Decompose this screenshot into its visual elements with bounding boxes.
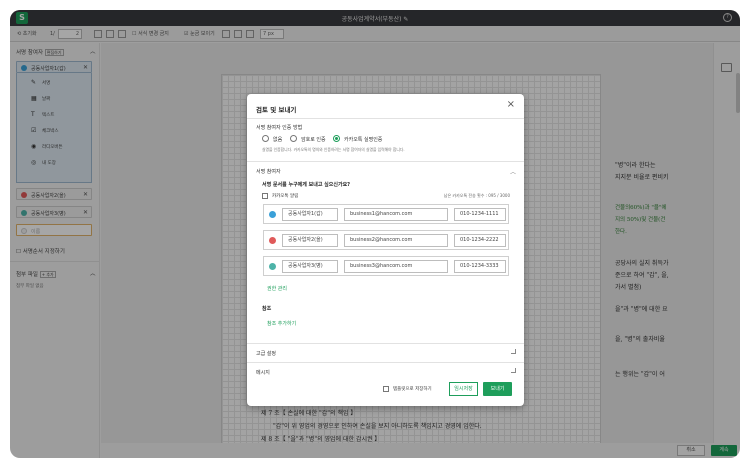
auth-method-title: 서명 참여자 인증 방법 (256, 125, 303, 131)
participants-section-title: 서명 참여자 (256, 169, 281, 175)
recipient-phone-field[interactable]: 010-1234-3333 (454, 260, 506, 273)
review-send-dialog: 검토 및 보내기 × 서명 참여자 인증 방법 없음 암호로 인증 카카오톡 실… (247, 94, 524, 406)
close-icon[interactable]: × (507, 99, 515, 110)
chevron-down-icon[interactable] (511, 349, 516, 354)
auth-note: 실명을 인증합니다. 카카오톡의 명의와 인증하려는 서명 참여자의 실명을 입… (262, 147, 405, 152)
participant-color-dot (269, 263, 276, 270)
save-template-checkbox[interactable] (383, 386, 389, 392)
recipient-name-field[interactable]: 공동사업자2(을) (282, 234, 338, 247)
auth-radio-kakao[interactable] (333, 135, 340, 142)
auth-option-label: 카카오톡 실명인증 (344, 137, 383, 143)
recipients-question: 서명 문서를 누구에게 보내고 싶으신가요? (262, 182, 351, 188)
recipient-email-field[interactable]: business1@hancom.com (344, 208, 448, 221)
cc-title: 참조 (262, 306, 272, 312)
kakao-alert-label: 카카오톡 알림 (272, 194, 299, 199)
recipient-row: 공동사업자3(병) business3@hancom.com 010-1234-… (263, 256, 509, 276)
collapse-chevron-icon[interactable]: ︿ (510, 167, 516, 176)
recipient-phone-field[interactable]: 010-1234-2222 (454, 234, 506, 247)
participant-color-dot (269, 211, 276, 218)
remaining-count: 남은 카카오톡 전송 횟수 : 095 / 3000 (443, 193, 510, 198)
app-frame: S 공동사업계약서(부동산) ✎ ? ⟲ 초기화 1/ 2 ☐ 서식 변경 금지… (10, 10, 740, 458)
recipient-row: 공동사업자2(을) business2@hancom.com 010-1234-… (263, 230, 509, 250)
recipient-email-field[interactable]: business2@hancom.com (344, 234, 448, 247)
auth-radio-password[interactable] (290, 135, 297, 142)
recipient-name-field[interactable]: 공동사업자3(병) (282, 260, 338, 273)
auth-option-label: 없음 (273, 137, 283, 143)
recipient-name-field[interactable]: 공동사업자1(갑) (282, 208, 338, 221)
send-button[interactable]: 보내기 (483, 382, 512, 396)
divider (247, 118, 524, 119)
recipient-phone-field[interactable]: 010-1234-1111 (454, 208, 506, 221)
auth-option-label: 암호로 인증 (301, 137, 326, 143)
divider (247, 161, 524, 162)
permission-link[interactable]: 권한 관리 (267, 285, 287, 292)
divider (247, 343, 524, 344)
auth-radio-none[interactable] (262, 135, 269, 142)
advanced-settings-toggle[interactable]: 고급 설정 (256, 350, 276, 357)
recipient-email-field[interactable]: business3@hancom.com (344, 260, 448, 273)
divider (247, 362, 524, 363)
participant-color-dot (269, 237, 276, 244)
recipient-row: 공동사업자1(갑) business1@hancom.com 010-1234-… (263, 204, 509, 224)
chevron-down-icon[interactable] (511, 368, 516, 373)
dialog-title: 검토 및 보내기 (256, 106, 297, 114)
temp-save-button[interactable]: 임시저장 (449, 382, 478, 396)
message-toggle[interactable]: 메시지 (256, 369, 270, 376)
add-cc-link[interactable]: 참조 추가하기 (267, 320, 296, 327)
save-template-label: 템플릿으로 저장하기 (393, 387, 432, 392)
kakao-alert-checkbox[interactable] (262, 193, 268, 199)
